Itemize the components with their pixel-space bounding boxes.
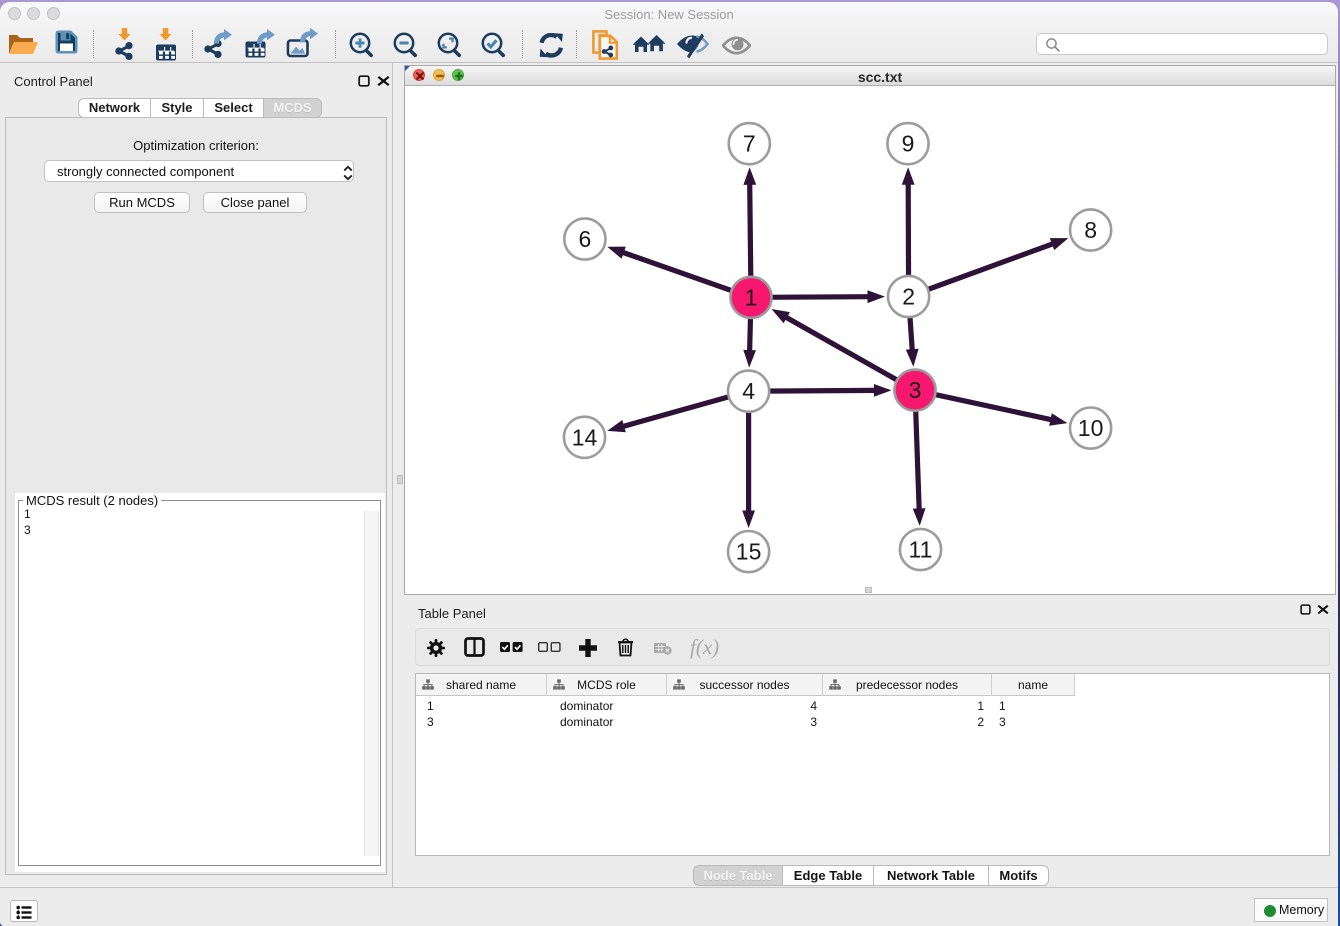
svg-text:11: 11 [909, 537, 933, 563]
svg-text:10: 10 [1078, 415, 1104, 441]
svg-text:4: 4 [742, 378, 755, 404]
svg-text:15: 15 [736, 539, 762, 565]
svg-text:7: 7 [743, 131, 756, 157]
svg-text:6: 6 [579, 226, 592, 252]
svg-text:14: 14 [572, 424, 598, 450]
svg-text:1: 1 [745, 284, 758, 310]
svg-text:3: 3 [909, 377, 922, 403]
svg-text:8: 8 [1084, 217, 1097, 243]
svg-text:9: 9 [902, 131, 915, 157]
svg-text:2: 2 [902, 284, 915, 310]
